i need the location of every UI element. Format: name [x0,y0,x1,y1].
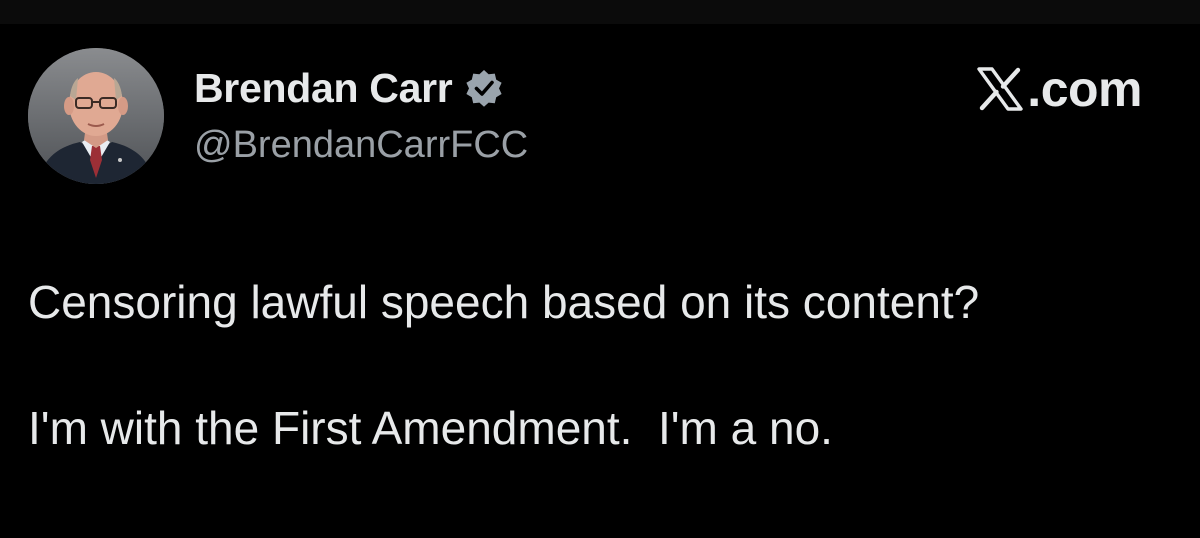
x-logo-icon [977,67,1023,111]
post-text-line: I'm with the First Amendment. I'm a no. [28,402,833,454]
avatar-photo [28,48,164,184]
verified-badge-icon [464,68,504,108]
author-name-row: Brendan Carr [194,62,504,114]
avatar[interactable] [28,48,164,184]
site-watermark: .com [977,60,1142,118]
site-label: .com [1027,61,1142,117]
author-handle[interactable]: @BrendanCarrFCC [194,124,528,167]
post-text-line: Censoring lawful speech based on its con… [28,276,980,328]
top-strip [0,0,1200,24]
post-text: Censoring lawful speech based on its con… [28,270,1168,460]
author-display-name[interactable]: Brendan Carr [194,65,453,112]
